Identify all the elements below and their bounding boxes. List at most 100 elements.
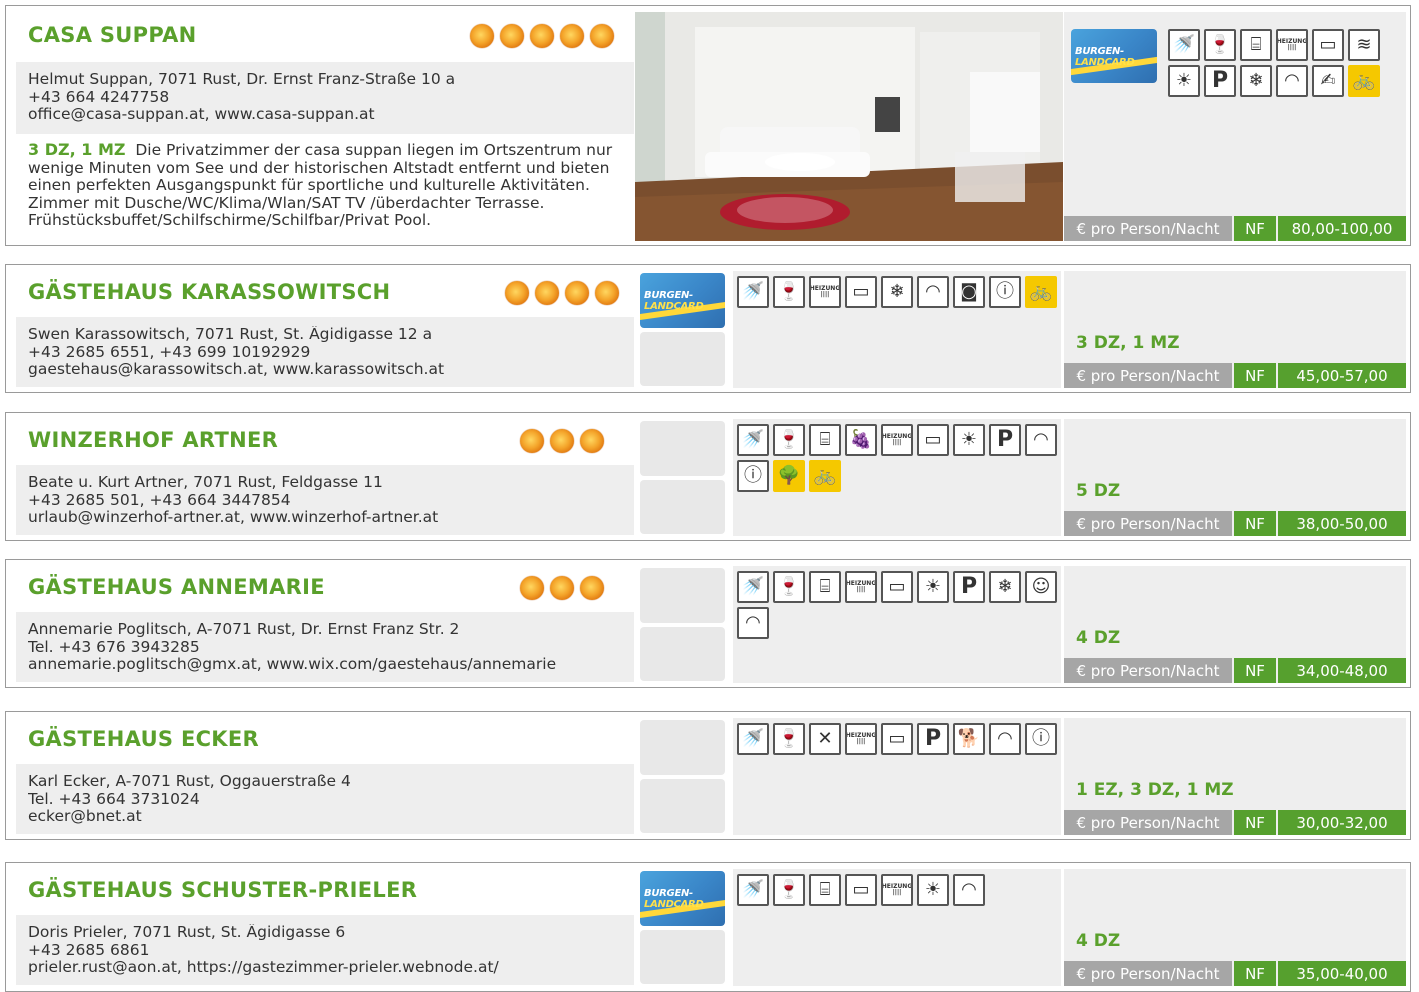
star-icon bbox=[565, 281, 589, 305]
contact-web[interactable]: annemarie.poglitsch@gmx.at, www.wix.com/… bbox=[28, 656, 622, 674]
amenity-icons: 🚿 🍷 ⌸ ▭ HEIZUNG |||| ☀ ◠ bbox=[737, 874, 1057, 906]
listing-photo bbox=[635, 12, 1063, 241]
price-code: NF bbox=[1234, 363, 1276, 388]
price-panel: 5 DZ € pro Person/Nacht NF 38,00-50,00 bbox=[1064, 419, 1406, 536]
listing-title: GÄSTEHAUS ECKER bbox=[28, 727, 259, 751]
star-icon bbox=[500, 24, 524, 48]
info-icon: ⓘ bbox=[1025, 723, 1057, 755]
parking-icon: P bbox=[953, 571, 985, 603]
info-icon: ⓘ bbox=[989, 276, 1021, 308]
tv-icon: ▭ bbox=[845, 874, 877, 906]
pets-icon: 🐕 bbox=[953, 723, 985, 755]
contact-web[interactable]: office@casa-suppan.at, www.casa-suppan.a… bbox=[28, 106, 622, 124]
empty-slot bbox=[640, 627, 725, 681]
room-summary: 1 EZ, 3 DZ, 1 MZ bbox=[1076, 780, 1234, 800]
price-code: NF bbox=[1234, 511, 1276, 536]
price-bar: € pro Person/Nacht NF 30,00-32,00 bbox=[1064, 810, 1406, 835]
burgenland-card-logo: BURGEN- LANDCARD bbox=[1071, 29, 1157, 83]
star-icon bbox=[550, 429, 574, 453]
listing-card: GÄSTEHAUS KARASSOWITSCH Swen Karassowits… bbox=[5, 264, 1411, 393]
listing-card: GÄSTEHAUS ANNEMARIE Annemarie Poglitsch,… bbox=[5, 559, 1411, 688]
contact-info: Beate u. Kurt Artner, 7071 Rust, Feldgas… bbox=[16, 465, 634, 535]
price-range: 80,00-100,00 bbox=[1278, 216, 1406, 241]
contact-phone: Tel. +43 676 3943285 bbox=[28, 638, 200, 656]
shower-icon: 🚿 bbox=[737, 571, 769, 603]
listing-title: GÄSTEHAUS ANNEMARIE bbox=[28, 575, 325, 599]
amenity-panel: 🚿 🍷 ⌸ ▭ HEIZUNG |||| ☀ ◠ bbox=[733, 869, 1061, 986]
listing-title: CASA SUPPAN bbox=[28, 23, 197, 47]
contact-info: Swen Karassowitsch, 7071 Rust, St. Ägidi… bbox=[16, 317, 634, 387]
amenity-icons: 🚿 🍷 ⌸ 🍇 HEIZUNG |||| ▭ ☀ P ◠ ⓘ 🌳 🚲 bbox=[737, 424, 1057, 492]
parking-icon: P bbox=[917, 723, 949, 755]
star-rating bbox=[505, 281, 619, 305]
air-conditioning-icon: ❄ bbox=[1240, 65, 1272, 97]
tv-icon: ▭ bbox=[917, 424, 949, 456]
star-icon bbox=[580, 429, 604, 453]
contact-web[interactable]: urlaub@winzerhof-artner.at, www.winzerho… bbox=[28, 509, 622, 527]
wifi-icon: ◠ bbox=[989, 723, 1021, 755]
contact-info: Doris Prieler, 7071 Rust, St. Ägidigasse… bbox=[16, 915, 634, 985]
contact-web[interactable]: ecker@bnet.at bbox=[28, 808, 622, 826]
heating-icon: HEIZUNG |||| bbox=[881, 874, 913, 906]
price-unit-label: € pro Person/Nacht bbox=[1064, 810, 1232, 835]
price-unit-label: € pro Person/Nacht bbox=[1064, 961, 1232, 986]
tv-icon: ▭ bbox=[881, 571, 913, 603]
empty-slot bbox=[640, 568, 725, 623]
star-rating bbox=[520, 429, 604, 453]
listing-title: GÄSTEHAUS SCHUSTER-PRIELER bbox=[28, 878, 418, 902]
terrace-icon: ☀ bbox=[917, 874, 949, 906]
price-range: 45,00-57,00 bbox=[1278, 363, 1406, 388]
price-panel: 1 EZ, 3 DZ, 1 MZ € pro Person/Nacht NF 3… bbox=[1064, 718, 1406, 835]
fridge-icon: ⌸ bbox=[809, 424, 841, 456]
empty-slot bbox=[640, 779, 725, 833]
listing-card: WINZERHOF ARTNER Beate u. Kurt Artner, 7… bbox=[5, 412, 1411, 541]
contact-phone: +43 664 4247758 bbox=[28, 88, 170, 106]
breakfast-icon: 🍷 bbox=[773, 276, 805, 308]
pool-icon: ≋ bbox=[1348, 29, 1380, 61]
amenities-price-panel: BURGEN- LANDCARD 🚿 🍷 ⌸ HEIZUNG |||| ▭ ≋ ☀… bbox=[1064, 12, 1406, 241]
grapes-icon: 🍇 bbox=[845, 424, 877, 456]
star-icon bbox=[590, 24, 614, 48]
star-icon bbox=[580, 576, 604, 600]
amenity-panel: 🚿 🍷 ✕ HEIZUNG |||| ▭ P 🐕 ◠ ⓘ bbox=[733, 718, 1061, 835]
price-range: 30,00-32,00 bbox=[1278, 810, 1406, 835]
breakfast-icon: 🍷 bbox=[773, 424, 805, 456]
terrace-icon: ☀ bbox=[953, 424, 985, 456]
contact-address: Doris Prieler, 7071 Rust, St. Ägidigasse… bbox=[28, 924, 346, 941]
contact-address: Swen Karassowitsch, 7071 Rust, St. Ägidi… bbox=[28, 326, 433, 343]
room-summary: 3 DZ, 1 MZ bbox=[28, 140, 126, 159]
burgenland-card-logo: BURGEN- LANDCARD bbox=[640, 273, 725, 328]
info-icon: ⓘ bbox=[737, 460, 769, 492]
shower-icon: 🚿 bbox=[1168, 29, 1200, 61]
price-bar: € pro Person/Nacht NF 35,00-40,00 bbox=[1064, 961, 1406, 986]
price-bar: € pro Person/Nacht NF 45,00-57,00 bbox=[1064, 363, 1406, 388]
terrace-icon: ☀ bbox=[1168, 65, 1200, 97]
empty-slot bbox=[640, 332, 725, 386]
contact-address: Annemarie Poglitsch, A-7071 Rust, Dr. Er… bbox=[28, 621, 460, 638]
price-bar: € pro Person/Nacht NF 34,00-48,00 bbox=[1064, 658, 1406, 683]
amenity-icons: 🚿 🍷 HEIZUNG |||| ▭ ❄ ◠ ◙ ⓘ 🚲 bbox=[737, 276, 1057, 308]
shower-icon: 🚿 bbox=[737, 424, 769, 456]
star-icon bbox=[470, 24, 494, 48]
wifi-icon: ◠ bbox=[953, 874, 985, 906]
shower-icon: 🚿 bbox=[737, 276, 769, 308]
contact-web[interactable]: gaestehaus@karassowitsch.at, www.karasso… bbox=[28, 361, 622, 379]
price-code: NF bbox=[1234, 216, 1276, 241]
wifi-icon: ◠ bbox=[917, 276, 949, 308]
restaurant-icon: ✕ bbox=[809, 723, 841, 755]
contact-web[interactable]: prieler.rust@aon.at, https://gastezimmer… bbox=[28, 959, 622, 977]
heating-icon: HEIZUNG |||| bbox=[845, 571, 877, 603]
bike-icon: 🚲 bbox=[1348, 65, 1380, 97]
amenity-panel: 🚿 🍷 ⌸ 🍇 HEIZUNG |||| ▭ ☀ P ◠ ⓘ 🌳 🚲 bbox=[733, 419, 1061, 536]
amenity-panel: 🚿 🍷 ⌸ HEIZUNG |||| ▭ ☀ P ❄ ☺ ◠ bbox=[733, 566, 1061, 683]
price-range: 35,00-40,00 bbox=[1278, 961, 1406, 986]
price-bar: € pro Person/Nacht NF 38,00-50,00 bbox=[1064, 511, 1406, 536]
breakfast-icon: 🍷 bbox=[773, 571, 805, 603]
contact-info: Helmut Suppan, 7071 Rust, Dr. Ernst Fran… bbox=[16, 62, 634, 134]
burgenland-card-logo: BURGEN- LANDCARD bbox=[640, 871, 725, 926]
listing-card: CASA SUPPAN Helmut Suppan, 7071 Rust, Dr… bbox=[5, 5, 1411, 246]
star-icon bbox=[505, 281, 529, 305]
breakfast-icon: 🍷 bbox=[773, 874, 805, 906]
nature-icon: 🌳 bbox=[773, 460, 805, 492]
room-summary: 5 DZ bbox=[1076, 481, 1121, 501]
